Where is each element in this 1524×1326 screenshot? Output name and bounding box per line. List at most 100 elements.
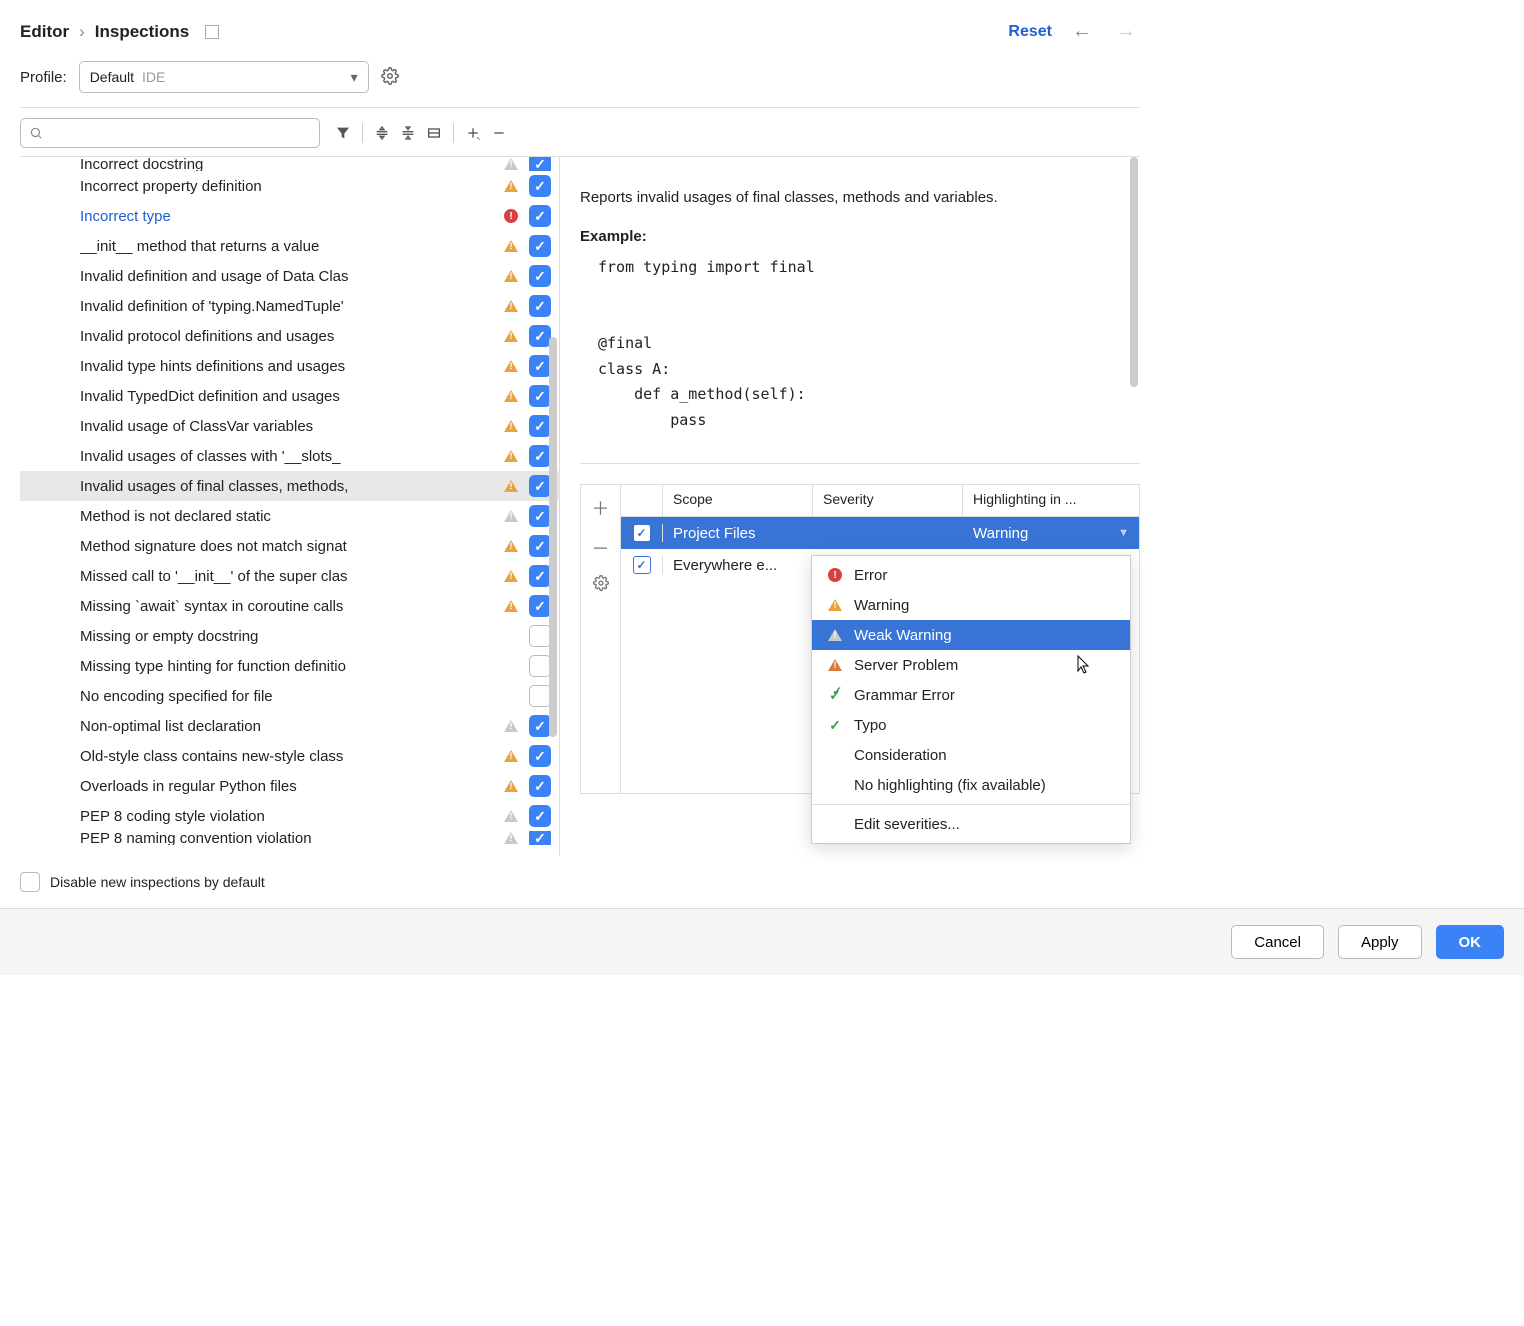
profile-select[interactable]: Default IDE ▾ xyxy=(79,61,369,93)
inspection-checkbox[interactable] xyxy=(529,805,551,827)
inspection-label: Old-style class contains new-style class xyxy=(80,748,501,765)
add-icon[interactable] xyxy=(460,120,486,146)
inspection-row[interactable]: Incorrect property definition xyxy=(20,171,559,201)
inspection-label: Missed call to '__init__' of the super c… xyxy=(80,568,501,585)
inspection-checkbox[interactable] xyxy=(529,745,551,767)
inspection-row[interactable]: Invalid TypedDict definition and usages xyxy=(20,381,559,411)
inspection-row[interactable]: __init__ method that returns a value xyxy=(20,231,559,261)
nav-back-icon[interactable]: ← xyxy=(1068,20,1096,43)
weak-warning-icon xyxy=(504,158,518,170)
inspection-row[interactable]: Invalid usages of classes with '__slots_ xyxy=(20,441,559,471)
tree-scrollbar[interactable] xyxy=(549,337,557,737)
inspection-row[interactable]: Incorrect type xyxy=(20,201,559,231)
scope-gear-icon[interactable] xyxy=(589,571,613,600)
scope-checkbox[interactable] xyxy=(633,524,651,542)
inspection-checkbox[interactable] xyxy=(529,157,551,171)
inspection-row[interactable]: Overloads in regular Python files xyxy=(20,771,559,801)
severity-option[interactable]: Weak Warning xyxy=(812,620,1130,650)
cancel-button[interactable]: Cancel xyxy=(1231,925,1324,959)
search-input[interactable] xyxy=(20,118,320,148)
reset-defaults-icon[interactable] xyxy=(421,120,447,146)
inspection-row[interactable]: Missed call to '__init__' of the super c… xyxy=(20,561,559,591)
inspection-checkbox[interactable] xyxy=(529,565,551,587)
inspection-row[interactable]: Invalid type hints definitions and usage… xyxy=(20,351,559,381)
inspection-row[interactable]: Invalid definition of 'typing.NamedTuple… xyxy=(20,291,559,321)
inspection-checkbox[interactable] xyxy=(529,175,551,197)
breadcrumb-root[interactable]: Editor xyxy=(20,22,69,42)
inspection-row[interactable]: Missing `await` syntax in coroutine call… xyxy=(20,591,559,621)
collapse-all-icon[interactable] xyxy=(395,120,421,146)
inspection-row[interactable]: Non-optimal list declaration xyxy=(20,711,559,741)
warning-icon xyxy=(504,480,518,492)
reset-link[interactable]: Reset xyxy=(1008,23,1052,41)
scope-checkbox[interactable] xyxy=(633,556,651,574)
inspection-checkbox[interactable] xyxy=(529,265,551,287)
inspection-checkbox[interactable] xyxy=(529,445,551,467)
inspection-checkbox[interactable] xyxy=(529,415,551,437)
inspection-checkbox[interactable] xyxy=(529,325,551,347)
inspection-row[interactable]: Invalid usages of final classes, methods… xyxy=(20,471,559,501)
inspection-label: Invalid usages of classes with '__slots_ xyxy=(80,448,501,465)
ok-button[interactable]: OK xyxy=(1436,925,1505,959)
search-field[interactable] xyxy=(49,125,311,141)
inspection-checkbox[interactable] xyxy=(529,625,551,647)
inspection-row[interactable]: Old-style class contains new-style class xyxy=(20,741,559,771)
scope-add-icon[interactable]: ＋ xyxy=(588,491,614,525)
highlighting-header[interactable]: Highlighting in ... xyxy=(963,485,1139,516)
inspection-tree[interactable]: Incorrect docstringIncorrect property de… xyxy=(20,157,560,856)
severity-dropdown[interactable]: Error WarningWeak WarningServer ProblemGr… xyxy=(811,555,1131,844)
severity-option[interactable]: Grammar Error xyxy=(812,680,1130,710)
apply-button[interactable]: Apply xyxy=(1338,925,1422,959)
severity-option[interactable]: Warning xyxy=(812,590,1130,620)
filter-icon[interactable] xyxy=(330,120,356,146)
inspection-checkbox[interactable] xyxy=(529,295,551,317)
severity-option[interactable]: Typo xyxy=(812,710,1130,740)
highlighting-cell[interactable]: Warning▼ xyxy=(963,525,1139,542)
scope-row[interactable]: Project FilesWarning▼ xyxy=(621,517,1139,549)
inspection-checkbox[interactable] xyxy=(529,715,551,737)
remove-icon[interactable] xyxy=(486,120,512,146)
inspection-checkbox[interactable] xyxy=(529,505,551,527)
severity-header[interactable]: Severity xyxy=(813,485,963,516)
inspection-row[interactable]: Invalid protocol definitions and usages xyxy=(20,321,559,351)
inspection-row[interactable]: No encoding specified for file xyxy=(20,681,559,711)
inspection-checkbox[interactable] xyxy=(529,685,551,707)
severity-option[interactable]: No highlighting (fix available) xyxy=(812,770,1130,800)
edit-severities-item[interactable]: Edit severities... xyxy=(812,809,1130,839)
code-example: from typing import final @final class A:… xyxy=(598,255,1140,434)
inspection-row[interactable]: Missing or empty docstring xyxy=(20,621,559,651)
inspection-checkbox[interactable] xyxy=(529,385,551,407)
inspection-checkbox[interactable] xyxy=(529,775,551,797)
scope-remove-icon[interactable]: － xyxy=(588,531,614,565)
inspection-checkbox[interactable] xyxy=(529,831,551,845)
inspection-checkbox[interactable] xyxy=(529,205,551,227)
inspection-checkbox[interactable] xyxy=(529,355,551,377)
warning-icon xyxy=(828,599,842,611)
inspection-row[interactable]: Missing type hinting for function defini… xyxy=(20,651,559,681)
scope-section: ＋ － Scope Severity Highlighting in ... P… xyxy=(580,484,1140,794)
inspection-checkbox[interactable] xyxy=(529,475,551,497)
disable-new-checkbox[interactable] xyxy=(20,872,40,892)
profile-gear-icon[interactable] xyxy=(381,67,399,88)
inspection-row[interactable]: Incorrect docstring xyxy=(20,157,559,171)
inspection-checkbox[interactable] xyxy=(529,535,551,557)
scope-header[interactable]: Scope xyxy=(663,485,813,516)
inspection-checkbox[interactable] xyxy=(529,595,551,617)
severity-option[interactable]: Consideration xyxy=(812,740,1130,770)
inspection-checkbox[interactable] xyxy=(529,655,551,677)
inspection-row[interactable]: Method signature does not match signat xyxy=(20,531,559,561)
severity-option[interactable]: Error xyxy=(812,560,1130,590)
inspection-row[interactable]: Method is not declared static xyxy=(20,501,559,531)
inspection-row[interactable]: Invalid usage of ClassVar variables xyxy=(20,411,559,441)
detail-scrollbar[interactable] xyxy=(1130,157,1138,387)
inspection-label: Invalid protocol definitions and usages xyxy=(80,328,501,345)
severity-option-label: Error xyxy=(854,567,887,584)
inspection-row[interactable]: PEP 8 coding style violation xyxy=(20,801,559,831)
severity-option[interactable]: Server Problem xyxy=(812,650,1130,680)
show-panel-icon[interactable] xyxy=(205,25,219,39)
warning-icon xyxy=(504,600,518,612)
inspection-checkbox[interactable] xyxy=(529,235,551,257)
inspection-row[interactable]: Invalid definition and usage of Data Cla… xyxy=(20,261,559,291)
expand-all-icon[interactable] xyxy=(369,120,395,146)
inspection-row[interactable]: PEP 8 naming convention violation xyxy=(20,831,559,845)
